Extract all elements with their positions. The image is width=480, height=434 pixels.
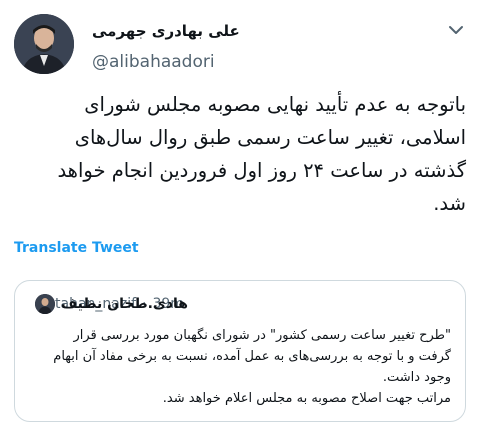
translate-tweet-link[interactable]: Translate Tweet bbox=[14, 240, 139, 256]
chevron-down-icon[interactable] bbox=[446, 20, 466, 40]
quoted-body-line: وجود داشت. bbox=[382, 370, 451, 385]
tweet: علی بهادری جهرمی @alibahaadori باتوجه به… bbox=[0, 0, 480, 434]
quoted-author: هادی.طحان نظیف bbox=[29, 292, 188, 316]
author-handle[interactable]: @alibahaadori bbox=[92, 52, 215, 72]
quoted-tweet-card[interactable]: @tahan_nazif · 39m هادی.طحان نظیف "طرح ت… bbox=[14, 280, 466, 422]
tweet-header: علی بهادری جهرمی @alibahaadori bbox=[14, 14, 466, 76]
tweet-body-line: گذشته در ساعت ۲۴ روز اول فروردین انجام خ… bbox=[57, 159, 466, 182]
quoted-body-line: "طرح تغییر ساعت رسمی کشور" در شورای نگهب… bbox=[73, 328, 451, 343]
tweet-body: باتوجه به عدم تأیید نهایی مصوبه مجلس شور… bbox=[14, 88, 466, 220]
quoted-tweet-body: "طرح تغییر ساعت رسمی کشور" در شورای نگهب… bbox=[29, 325, 451, 409]
quoted-author-name: هادی.طحان نظیف bbox=[61, 296, 188, 312]
avatar-photo-icon bbox=[14, 14, 74, 74]
tweet-body-line: اسلامی، تغییر ساعت رسمی طبق روال سال‌های bbox=[74, 126, 466, 149]
quoted-author-avatar bbox=[35, 294, 55, 314]
quoted-body-line: گرفت و با توجه به بررسی‌های به عمل آمده،… bbox=[53, 349, 451, 364]
author-name[interactable]: علی بهادری جهرمی bbox=[92, 22, 240, 40]
quoted-body-line: مراتب جهت اصلاح مصوبه به مجلس اعلام خواه… bbox=[162, 391, 451, 406]
author-avatar[interactable] bbox=[14, 14, 74, 74]
tweet-body-line: باتوجه به عدم تأیید نهایی مصوبه مجلس شور… bbox=[84, 93, 466, 116]
tweet-body-line: شد. bbox=[433, 192, 466, 215]
avatar-photo-icon bbox=[35, 294, 55, 314]
